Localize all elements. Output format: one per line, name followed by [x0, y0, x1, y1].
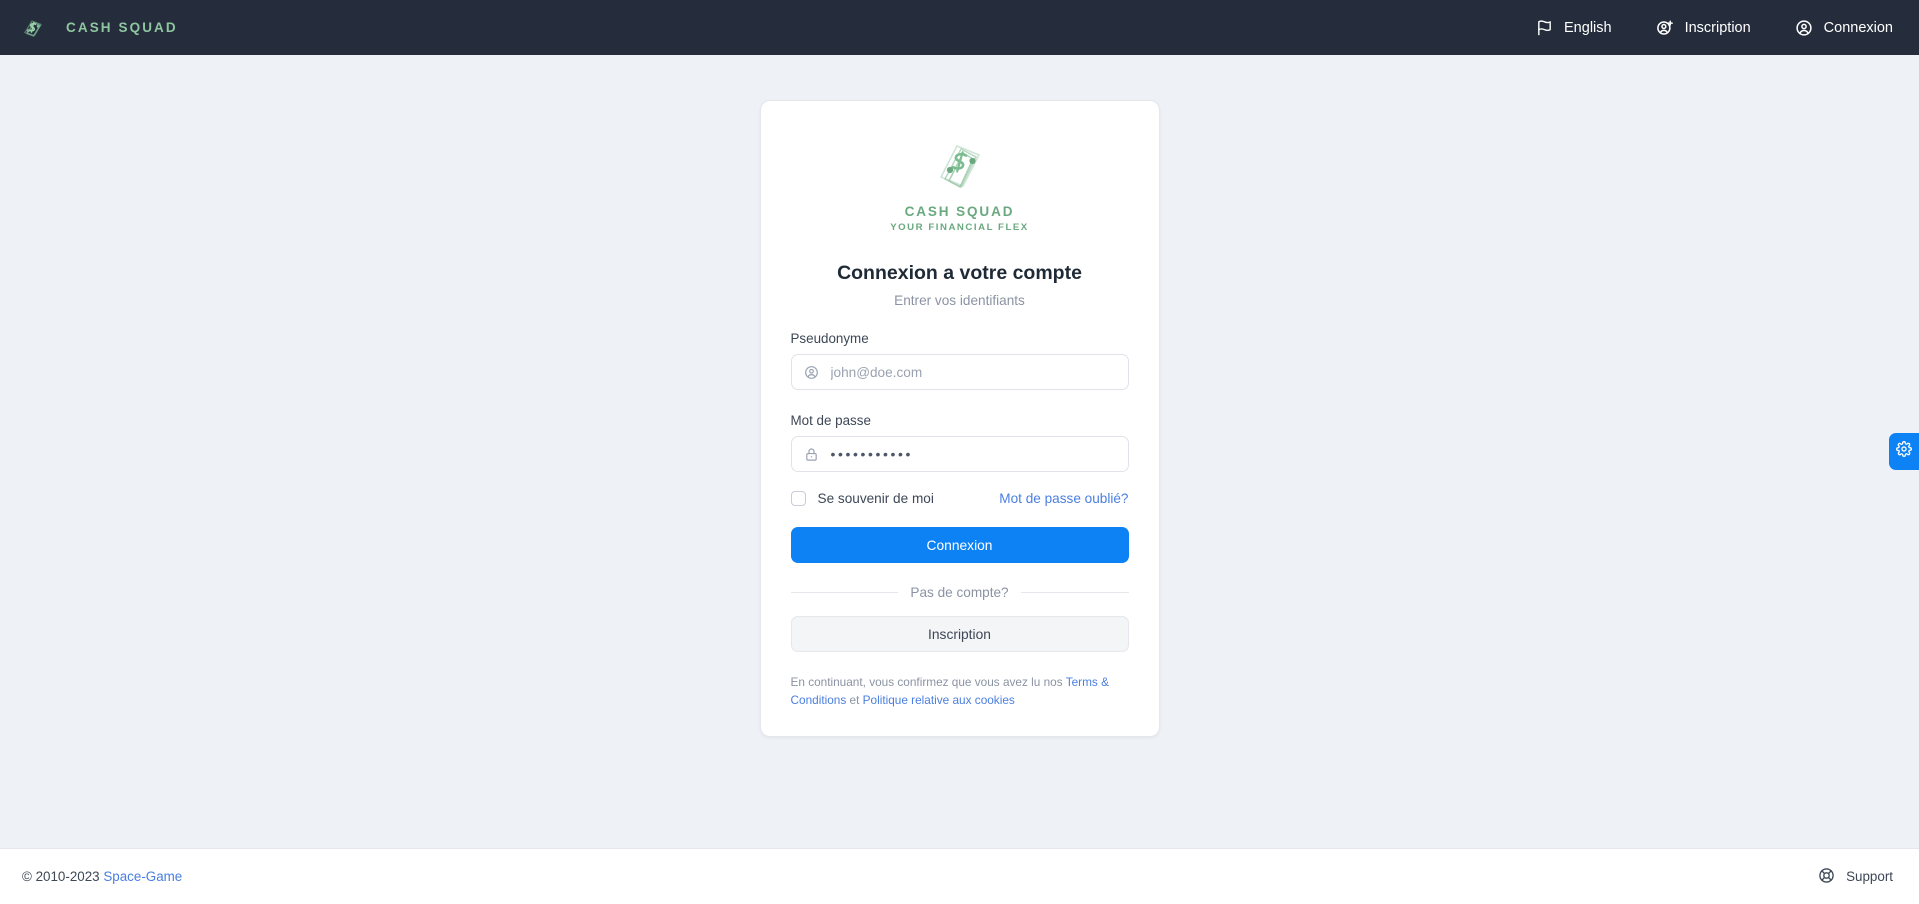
card-logo-word: CASH SQUAD: [904, 204, 1015, 219]
card-logo-tagline: YOUR FINANCIAL FLEX: [890, 222, 1029, 233]
nav-item-language-label: English: [1564, 19, 1612, 36]
password-masked-value[interactable]: •••••••••••: [831, 447, 914, 461]
login-card: CASH SQUAD YOUR FINANCIAL FLEX Connexion…: [759, 100, 1160, 737]
cash-squad-banknote-s-icon: [929, 137, 991, 200]
top-header: CASH SQUAD English Inscription Connexion: [0, 0, 1919, 55]
divider-label: Pas de compte?: [910, 585, 1009, 600]
brand[interactable]: CASH SQUAD: [18, 13, 178, 43]
username-label: Pseudonyme: [790, 331, 869, 346]
nav-item-connexion[interactable]: Connexion: [1795, 19, 1893, 37]
cash-squad-logo-icon: [18, 13, 48, 43]
signup-button[interactable]: Inscription: [790, 616, 1129, 652]
remember-me-checkbox[interactable]: [790, 491, 806, 506]
lock-icon: [804, 447, 819, 462]
main-area: CASH SQUAD YOUR FINANCIAL FLEX Connexion…: [0, 55, 1919, 848]
terms-prefix: En continuant, vous confirmez que vous a…: [790, 675, 1066, 689]
copyright-text: © 2010-2023: [22, 869, 104, 884]
password-field-group: Mot de passe •••••••••••: [790, 413, 1129, 472]
forgot-password-link[interactable]: Mot de passe oublié?: [999, 491, 1128, 506]
password-label: Mot de passe: [790, 413, 871, 428]
nav-item-language[interactable]: English: [1536, 19, 1612, 36]
page-subtitle: Entrer vos identifiants: [894, 293, 1025, 308]
login-button[interactable]: Connexion: [790, 527, 1129, 563]
user-circle-icon: [1795, 19, 1813, 37]
remember-me-label: Se souvenir de moi: [817, 491, 934, 506]
flag-icon: [1536, 19, 1553, 36]
username-input[interactable]: [830, 364, 1116, 380]
gear-icon: [1896, 441, 1912, 462]
copyright: © 2010-2023 Space-Game: [22, 869, 182, 884]
remember-me-control[interactable]: Se souvenir de moi: [790, 491, 934, 506]
card-logo: CASH SQUAD YOUR FINANCIAL FLEX: [791, 129, 1129, 233]
terms-text: En continuant, vous confirmez que vous a…: [791, 673, 1129, 710]
terms-middle: et: [846, 693, 863, 708]
cookie-policy-link[interactable]: Politique relative aux cookies: [863, 693, 1015, 707]
divider-rule-right: [1020, 592, 1129, 593]
page-footer: © 2010-2023 Space-Game Support: [0, 848, 1919, 904]
user-plus-icon: [1656, 19, 1674, 37]
space-game-link[interactable]: Space-Game: [103, 869, 182, 884]
settings-tab-button[interactable]: [1889, 433, 1919, 470]
remember-row: Se souvenir de moi Mot de passe oublié?: [790, 491, 1129, 506]
nav-item-inscription[interactable]: Inscription: [1656, 19, 1751, 37]
username-input-wrapper[interactable]: [790, 354, 1129, 390]
support-link[interactable]: Support: [1818, 867, 1893, 887]
divider-rule-left: [790, 592, 899, 593]
nav-item-connexion-label: Connexion: [1823, 19, 1893, 36]
username-field-group: Pseudonyme: [790, 331, 1129, 390]
user-circle-icon: [804, 365, 819, 380]
password-input-wrapper[interactable]: •••••••••••: [790, 436, 1129, 472]
signup-divider: Pas de compte?: [790, 585, 1129, 600]
header-nav: English Inscription Connexion: [1536, 19, 1893, 37]
brand-name: CASH SQUAD: [66, 20, 178, 35]
life-buoy-icon: [1818, 867, 1835, 887]
support-label: Support: [1846, 869, 1893, 884]
page-title: Connexion a votre compte: [837, 262, 1082, 284]
nav-item-inscription-label: Inscription: [1684, 19, 1751, 36]
